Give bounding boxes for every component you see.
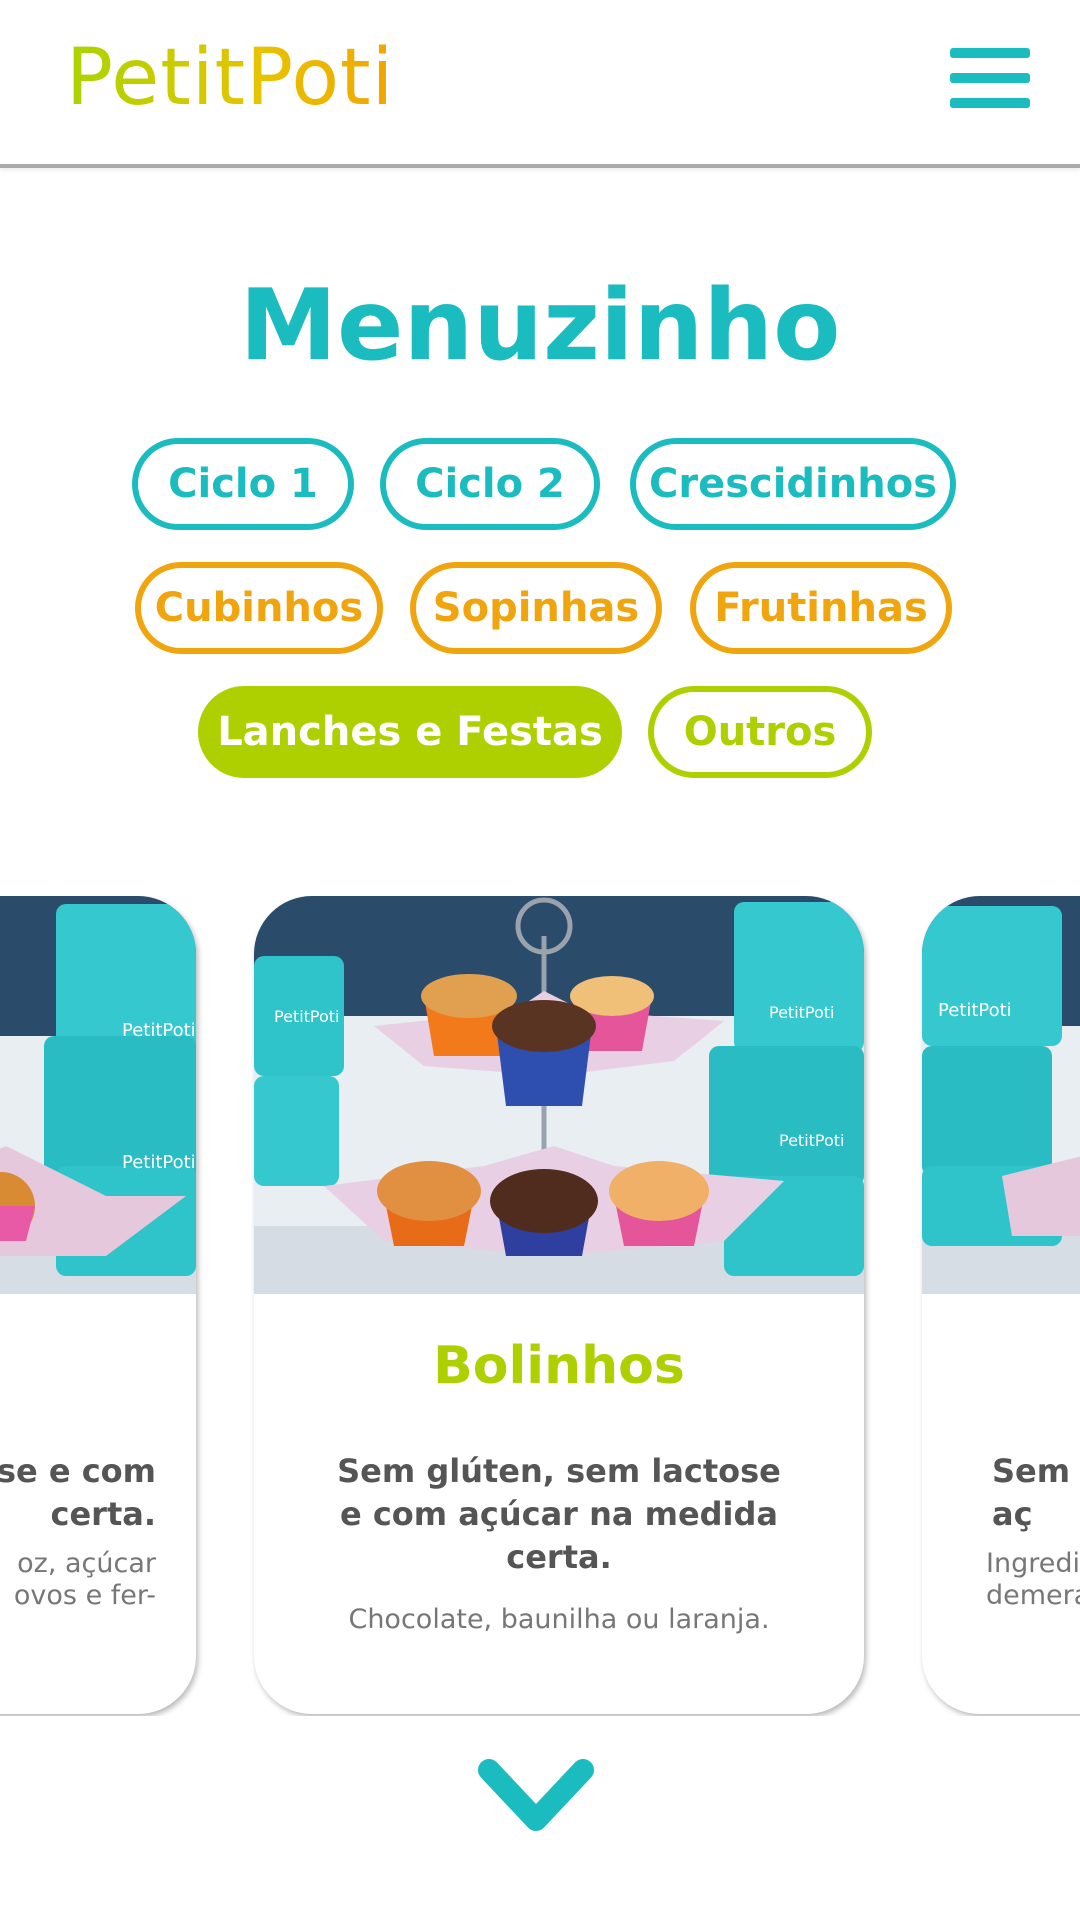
svg-text:PetitPoti: PetitPoti: [274, 1007, 340, 1026]
category-chip-crescidinhos[interactable]: Crescidinhos: [630, 438, 956, 530]
svg-text:PetitPoti: PetitPoti: [769, 1003, 835, 1022]
svg-text:PetitPoti: PetitPoti: [122, 1020, 196, 1041]
category-chip-frutinhas[interactable]: Frutinhas: [690, 562, 952, 654]
category-chip-ciclo-1[interactable]: Ciclo 1: [132, 438, 354, 530]
hamburger-menu-icon[interactable]: [950, 48, 1030, 108]
product-card-previous[interactable]: PetitPoti PetitPoti se e com certa. oz, …: [0, 896, 196, 1714]
product-carousel[interactable]: PetitPoti PetitPoti se e com certa. oz, …: [0, 896, 1080, 1716]
product-card-bolinhos[interactable]: PetitPoti PetitPoti PetitPoti Bolinhos S…: [254, 896, 864, 1714]
category-chip-lanches-e-festas[interactable]: Lanches e Festas: [198, 686, 622, 778]
card-title: Bolinhos: [433, 1336, 685, 1396]
page-title: Menuzinho: [239, 269, 841, 383]
product-photo: PetitPoti PetitPoti PetitPoti: [254, 896, 864, 1294]
product-card-next[interactable]: PetitPoti Sem g aç Ingredi demera: [922, 896, 1080, 1714]
card-subtitle: se e com certa.: [0, 1452, 156, 1533]
category-chip-outros[interactable]: Outros: [648, 686, 872, 778]
card-subtitle: Sem g aç: [992, 1452, 1071, 1533]
card-description: Chocolate, baunilha ou laranja.: [348, 1604, 770, 1635]
product-photo: PetitPoti PetitPoti: [0, 896, 196, 1294]
svg-text:PetitPoti: PetitPoti: [779, 1131, 845, 1150]
category-chip-cubinhos[interactable]: Cubinhos: [135, 562, 383, 654]
site-header: PetitPoti: [0, 0, 1080, 168]
svg-text:PetitPoti: PetitPoti: [122, 1152, 196, 1173]
svg-text:PetitPoti: PetitPoti: [938, 1000, 1012, 1021]
card-description: oz, açúcar ovos e fer-: [13, 1548, 156, 1611]
product-photo: PetitPoti: [922, 896, 1080, 1294]
petitpoti-logo[interactable]: PetitPoti: [66, 28, 394, 128]
category-chip-sopinhas[interactable]: Sopinhas: [410, 562, 662, 654]
card-subtitle: Sem glúten, sem lactose e com açúcar na …: [337, 1452, 781, 1576]
category-chip-ciclo-2[interactable]: Ciclo 2: [380, 438, 600, 530]
card-description: Ingredi demera: [986, 1548, 1080, 1611]
chevron-down-icon[interactable]: [477, 1758, 595, 1838]
